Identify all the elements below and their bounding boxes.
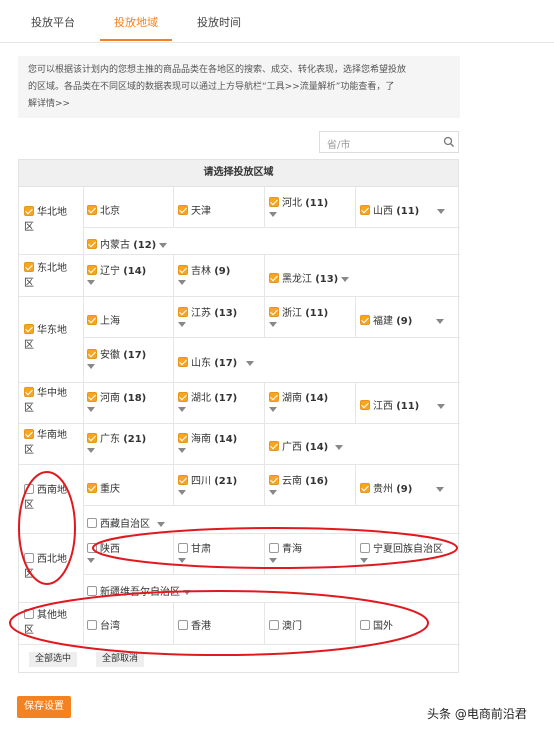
select-all-button[interactable]: 全部选中: [29, 652, 78, 667]
checkbox-checked[interactable]: [24, 324, 34, 334]
region-table-header: 请选择投放区域: [19, 160, 458, 187]
chevron-down-icon[interactable]: [269, 558, 277, 563]
description-line-2: 的区域。各品类在不同区域的数据表现可以通过上方导航栏“工具>>流量解析”功能查看…: [28, 82, 395, 92]
region-xinan[interactable]: 西南地区: [24, 483, 74, 513]
province-taiwan[interactable]: 台湾: [87, 617, 120, 632]
province-shanghai[interactable]: 上海: [87, 312, 120, 327]
province-guangxi[interactable]: 广西 (14): [269, 438, 344, 453]
checkbox-unchecked[interactable]: [24, 484, 34, 494]
region-huadong[interactable]: 华东地区: [24, 323, 74, 353]
province-beijing[interactable]: 北京: [87, 202, 120, 217]
tab-time[interactable]: 投放时间: [197, 14, 241, 30]
province-xianggang[interactable]: 香港: [178, 617, 211, 632]
province-neimenggu[interactable]: 内蒙古 (12): [87, 236, 168, 251]
chevron-down-icon[interactable]: [159, 243, 168, 248]
chevron-down-icon[interactable]: [87, 407, 95, 412]
province-guangdong[interactable]: 广东 (21): [87, 430, 146, 456]
chevron-down-icon[interactable]: [178, 407, 186, 412]
chevron-down-icon[interactable]: [87, 364, 95, 369]
chevron-down-icon[interactable]: [178, 558, 186, 563]
province-qinghai[interactable]: 青海: [269, 540, 302, 566]
province-hubei[interactable]: 湖北 (17): [178, 389, 237, 415]
chevron-down-icon[interactable]: [269, 407, 277, 412]
province-sichuan[interactable]: 四川 (21): [178, 472, 237, 498]
checkbox-checked[interactable]: [24, 262, 34, 272]
region-qita[interactable]: 其他地区: [24, 608, 74, 638]
province-jiangsu[interactable]: 江苏 (13): [178, 304, 237, 330]
chevron-down-icon[interactable]: [87, 558, 95, 563]
cancel-all-button[interactable]: 全部取消: [96, 652, 145, 667]
province-shaanxi[interactable]: 陕西: [87, 540, 120, 566]
chevron-down-icon[interactable]: [178, 280, 186, 285]
province-heilongjiang[interactable]: 黑龙江 (13): [269, 270, 350, 285]
province-hunan[interactable]: 湖南 (14): [269, 389, 328, 415]
save-settings-button[interactable]: 保存设置: [17, 696, 71, 718]
checkbox-unchecked[interactable]: [24, 553, 34, 563]
chevron-down-icon[interactable]: [246, 361, 255, 366]
region-description: 您可以根据该计划内的您想主推的商品品类在各地区的搜索、成交、转化表现，选择您希望…: [18, 56, 460, 118]
province-jilin[interactable]: 吉林 (9): [178, 262, 230, 288]
province-aomen[interactable]: 澳门: [269, 617, 302, 632]
tab-bar: 投放平台 投放地域 投放时间: [0, 0, 554, 43]
region-xibei[interactable]: 西北地区: [24, 552, 74, 582]
province-shandong[interactable]: 山东 (17): [178, 354, 255, 369]
chevron-down-icon[interactable]: [183, 590, 192, 595]
province-liaoning[interactable]: 辽宁 (14): [87, 262, 146, 288]
chevron-down-icon[interactable]: [436, 319, 445, 324]
province-hebei[interactable]: 河北 (11): [269, 194, 328, 220]
chevron-down-icon[interactable]: [178, 322, 186, 327]
chevron-down-icon[interactable]: [341, 277, 350, 282]
chevron-down-icon[interactable]: [178, 448, 186, 453]
province-henan[interactable]: 河南 (18): [87, 389, 146, 415]
tab-platform[interactable]: 投放平台: [31, 14, 75, 30]
chevron-down-icon[interactable]: [178, 490, 186, 495]
province-shanxi[interactable]: 山西 (11): [360, 202, 446, 217]
chevron-down-icon[interactable]: [269, 322, 277, 327]
region-huabei[interactable]: 华北地区: [24, 205, 74, 235]
checkbox-checked[interactable]: [24, 206, 34, 216]
chevron-down-icon[interactable]: [269, 212, 277, 217]
chevron-down-icon[interactable]: [436, 487, 445, 492]
province-search-input[interactable]: 省/市: [319, 131, 459, 153]
region-dongbei[interactable]: 东北地区: [24, 261, 74, 291]
active-tab-indicator: [100, 39, 172, 41]
checkbox-checked[interactable]: [24, 387, 34, 397]
province-gansu[interactable]: 甘肃: [178, 540, 211, 566]
chevron-down-icon[interactable]: [269, 490, 277, 495]
description-line-1: 您可以根据该计划内的您想主推的商品品类在各地区的搜索、成交、转化表现，选择您希望…: [28, 65, 407, 75]
chevron-down-icon[interactable]: [437, 404, 446, 409]
search-placeholder: 省/市: [327, 140, 351, 151]
region-table: 请选择投放区域 华北地区 东北地区 华东地区 华中地区 华南地区 西南地 区 西…: [18, 159, 460, 673]
province-xinjiang[interactable]: 新疆维吾尔自治区: [87, 583, 192, 598]
province-fujian[interactable]: 福建 (9): [360, 312, 445, 327]
province-zhejiang[interactable]: 浙江 (11): [269, 304, 328, 330]
checkbox-checked[interactable]: [24, 429, 34, 439]
province-jiangxi[interactable]: 江西 (11): [360, 397, 446, 412]
province-xizang[interactable]: 西藏自治区: [87, 515, 166, 530]
province-guizhou[interactable]: 贵州 (9): [360, 480, 445, 495]
chevron-down-icon[interactable]: [87, 280, 95, 285]
chevron-down-icon[interactable]: [360, 558, 368, 563]
province-chongqing[interactable]: 重庆: [87, 480, 120, 495]
chevron-down-icon[interactable]: [437, 209, 446, 214]
province-ningxia[interactable]: 宁夏回族自治区: [360, 540, 443, 566]
province-guowai[interactable]: 国外: [360, 617, 393, 632]
province-tianjin[interactable]: 天津: [178, 202, 211, 217]
search-icon[interactable]: [443, 136, 455, 148]
province-anhui[interactable]: 安徽 (17): [87, 346, 146, 372]
chevron-down-icon[interactable]: [335, 445, 344, 450]
province-hainan[interactable]: 海南 (14): [178, 430, 237, 456]
watermark: 头条 @电商前沿君: [427, 707, 527, 721]
tab-region[interactable]: 投放地域: [114, 14, 158, 30]
province-yunnan[interactable]: 云南 (16): [269, 472, 328, 498]
chevron-down-icon[interactable]: [87, 448, 95, 453]
region-huanan[interactable]: 华南地区: [24, 428, 74, 458]
checkbox-unchecked[interactable]: [24, 609, 34, 619]
chevron-down-icon[interactable]: [157, 522, 166, 527]
description-line-3[interactable]: 解详情>>: [28, 96, 452, 113]
region-huazhong[interactable]: 华中地区: [24, 386, 74, 416]
